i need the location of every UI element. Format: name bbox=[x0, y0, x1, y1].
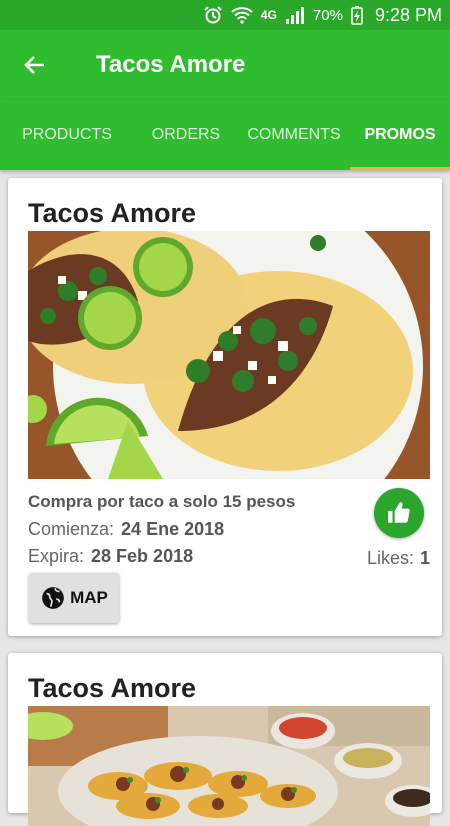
battery-percent: 70% bbox=[312, 6, 343, 24]
likes-label: Likes: bbox=[366, 548, 414, 568]
wifi-icon bbox=[231, 6, 253, 24]
battery-charging-icon bbox=[351, 5, 363, 25]
tab-orders[interactable]: ORDERS bbox=[134, 100, 238, 170]
promo-card: Tacos Amore bbox=[8, 653, 442, 826]
promo-card: Tacos Amore Compra por taco a solo 15 pe… bbox=[8, 178, 442, 636]
promo-image bbox=[28, 231, 430, 479]
page-title: Tacos Amore bbox=[96, 51, 246, 78]
promo-title: Tacos Amore bbox=[28, 673, 197, 703]
promo-end: Expira: 28 Feb 2018 bbox=[28, 546, 193, 567]
arrow-back-icon bbox=[24, 56, 44, 74]
end-date: 28 Feb 2018 bbox=[91, 546, 194, 566]
start-label: Comienza: bbox=[28, 519, 115, 539]
promo-image bbox=[28, 706, 430, 826]
map-button[interactable]: MAP bbox=[29, 573, 119, 623]
like-button[interactable] bbox=[374, 488, 424, 538]
promo-start: Comienza: 24 Ene 2018 bbox=[28, 519, 224, 540]
thumb-up-icon bbox=[388, 502, 410, 523]
back-button[interactable] bbox=[18, 50, 52, 80]
start-date: 24 Ene 2018 bbox=[121, 519, 225, 539]
promo-title: Tacos Amore bbox=[28, 198, 197, 228]
tab-promos[interactable]: PROMOS bbox=[350, 100, 450, 170]
likes-value: 1 bbox=[419, 548, 430, 568]
alarm-icon bbox=[203, 5, 223, 25]
app-bar: Tacos Amore bbox=[0, 30, 450, 100]
tab-bar: PRODUCTS ORDERS COMMENTS PROMOS bbox=[0, 100, 450, 170]
clock: 9:28 PM bbox=[374, 4, 442, 25]
tab-products[interactable]: PRODUCTS bbox=[0, 100, 134, 170]
globe-icon bbox=[42, 587, 64, 609]
signal-icon bbox=[285, 6, 305, 24]
tab-comments[interactable]: COMMENTS bbox=[238, 100, 350, 170]
likes-count: Likes: 1 bbox=[367, 548, 430, 569]
promo-description: Compra por taco a solo 15 pesos bbox=[28, 492, 296, 511]
end-label: Expira: bbox=[28, 546, 85, 566]
map-label: MAP bbox=[70, 588, 108, 607]
network-type: 4G bbox=[260, 8, 277, 22]
status-bar: 4G 70% 9:28 PM bbox=[0, 0, 450, 30]
